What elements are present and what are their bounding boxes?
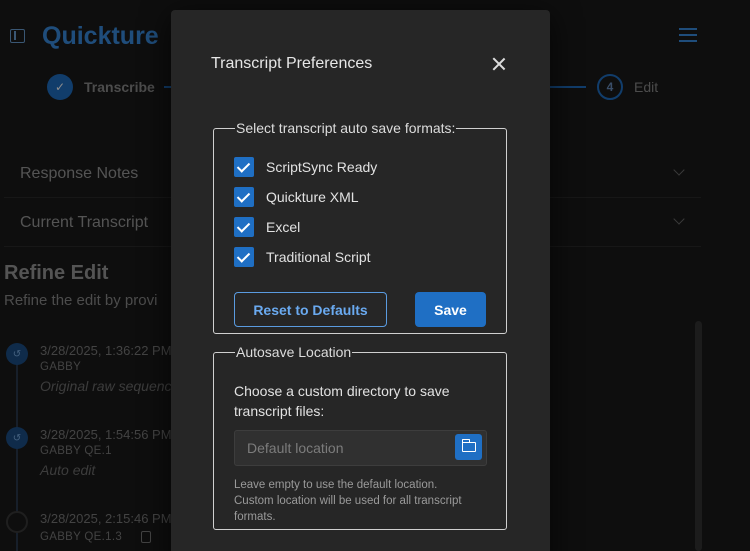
location-legend: Autosave Location [236, 344, 352, 360]
checkbox-excel[interactable]: Excel [234, 217, 300, 237]
check-icon[interactable] [234, 187, 254, 207]
save-button[interactable]: Save [415, 292, 486, 327]
dialog-title: Transcript Preferences [211, 55, 373, 72]
checkbox-traditional-script[interactable]: Traditional Script [234, 247, 371, 267]
check-icon[interactable] [234, 217, 254, 237]
checkbox-label: Quickture XML [266, 189, 359, 205]
close-icon[interactable] [489, 54, 509, 74]
checkbox-label: Excel [266, 219, 301, 235]
formats-group: Select transcript auto save formats: Scr… [213, 120, 507, 334]
browse-folder-button[interactable] [455, 434, 482, 460]
location-group: Autosave Location Choose a custom direct… [213, 344, 507, 530]
preferences-dialog: Transcript Preferences Select transcript… [171, 10, 550, 551]
reset-defaults-button[interactable]: Reset to Defaults [234, 292, 387, 327]
folder-open-icon [461, 439, 476, 452]
checkbox-quickture-xml[interactable]: Quickture XML [234, 187, 359, 207]
checkbox-label: Traditional Script [266, 249, 371, 265]
formats-legend: Select transcript auto save formats: [236, 120, 456, 136]
checkbox-scriptsync[interactable]: ScriptSync Ready [234, 157, 377, 177]
location-hint: Leave empty to use the default location.… [234, 479, 462, 523]
check-icon[interactable] [234, 247, 254, 267]
check-icon[interactable] [234, 157, 254, 177]
location-description: Choose a custom directory to save transc… [234, 383, 450, 419]
location-input[interactable] [234, 430, 487, 466]
checkbox-label: ScriptSync Ready [266, 159, 378, 175]
